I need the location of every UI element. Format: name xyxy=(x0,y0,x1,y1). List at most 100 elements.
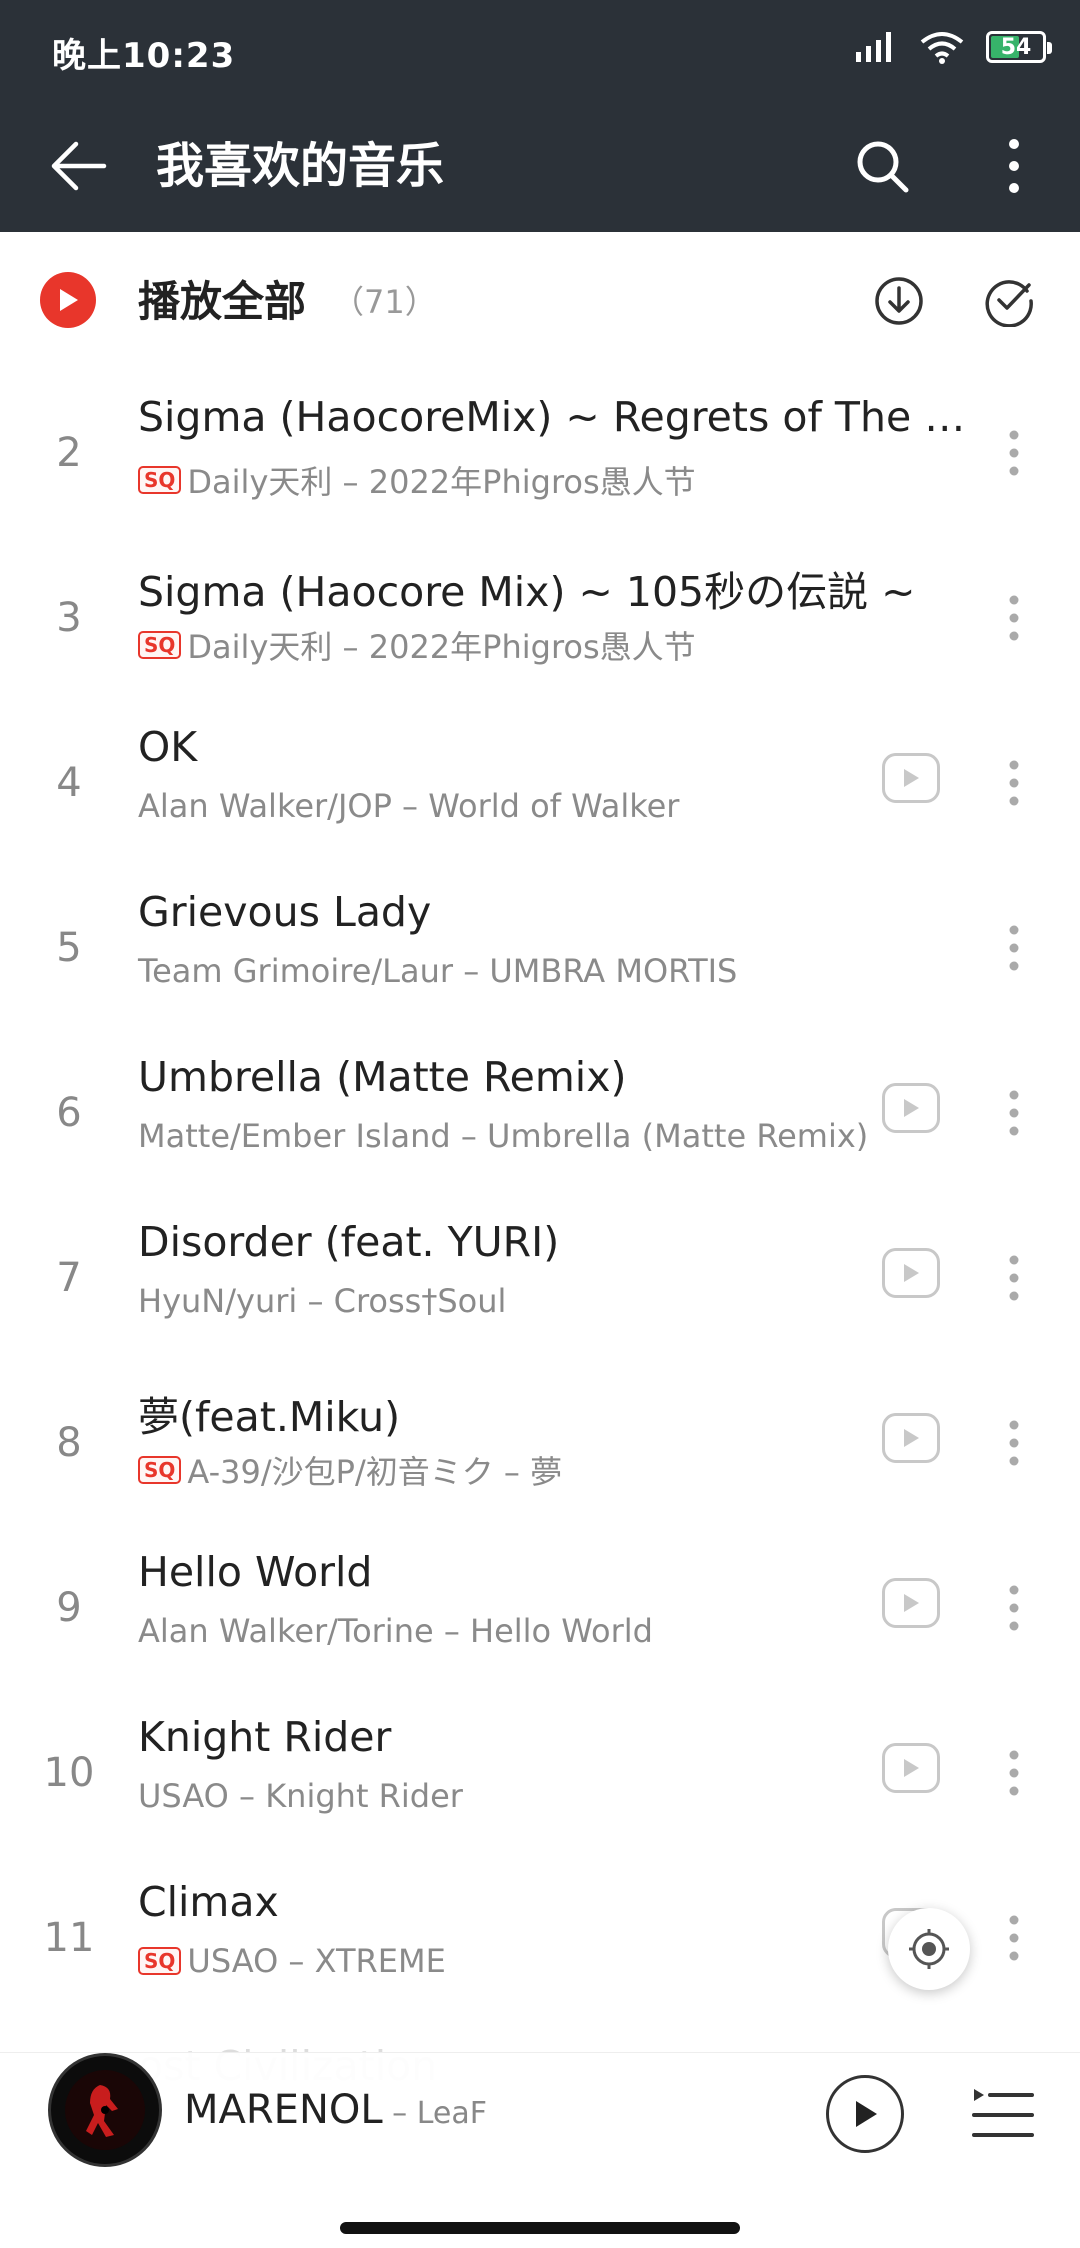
more-vertical-icon xyxy=(1009,1750,1019,1796)
song-more-button[interactable] xyxy=(990,920,1038,976)
album-cover[interactable] xyxy=(48,2053,162,2167)
back-button[interactable] xyxy=(42,130,114,202)
song-index: 8 xyxy=(56,1420,82,1466)
mv-button[interactable] xyxy=(882,1248,940,1298)
song-more-button[interactable] xyxy=(990,1250,1038,1306)
song-index: 4 xyxy=(56,760,82,806)
more-vertical-icon xyxy=(1009,1915,1019,1961)
song-index: 10 xyxy=(43,1750,95,1796)
mv-button[interactable] xyxy=(882,1743,940,1793)
album-art-icon xyxy=(65,2070,145,2150)
song-more-button[interactable] xyxy=(990,425,1038,481)
video-play-icon xyxy=(904,1264,919,1282)
song-subtitle: Team Grimoire/Laur – UMBRA MORTIS xyxy=(138,952,737,990)
arrow-left-icon xyxy=(51,141,107,191)
signal-icon xyxy=(856,32,891,62)
song-artist-album: Matte/Ember Island – Umbrella (Matte Rem… xyxy=(138,1117,869,1155)
song-index: 2 xyxy=(56,430,82,476)
play-pause-button[interactable] xyxy=(826,2075,904,2153)
song-more-button[interactable] xyxy=(990,1415,1038,1471)
mv-button[interactable] xyxy=(882,1083,940,1133)
more-button[interactable] xyxy=(978,130,1050,202)
song-row[interactable]: 7 Disorder (feat. YURI) HyuN/yuri – Cross†… xyxy=(0,1210,1080,1375)
song-more-button[interactable] xyxy=(990,1085,1038,1141)
download-button[interactable] xyxy=(868,270,930,332)
now-playing-title: MARENOL xyxy=(184,2087,383,2133)
song-subtitle: Alan Walker/Torine – Hello World xyxy=(138,1612,653,1650)
song-more-button[interactable] xyxy=(990,1745,1038,1801)
mini-player[interactable]: MARENOL – LeaF xyxy=(0,2052,1080,2172)
sq-quality-badge: SQ xyxy=(138,1456,182,1484)
song-artist-album: HyuN/yuri – Cross†Soul xyxy=(138,1282,507,1320)
song-row[interactable]: 9 Hello World Alan Walker/Torine – Hello W… xyxy=(0,1540,1080,1705)
play-all-button[interactable] xyxy=(40,272,96,328)
song-row[interactable]: 2 Sigma (HaocoreMix) ~ Regrets of The Ye…… xyxy=(0,385,1080,550)
mv-button[interactable] xyxy=(882,753,940,803)
song-title: Hello World xyxy=(138,1548,373,1596)
song-row[interactable]: 10 Knight Rider USAO – Knight Rider xyxy=(0,1705,1080,1870)
mv-button[interactable] xyxy=(882,1578,940,1628)
song-subtitle: HyuN/yuri – Cross†Soul xyxy=(138,1282,506,1320)
song-row[interactable]: 3 Sigma (Haocore Mix) ~ 105秒の伝説 ~ SQ Daily天… xyxy=(0,550,1080,715)
search-button[interactable] xyxy=(846,130,918,202)
song-index: 11 xyxy=(43,1915,95,1961)
play-all-label[interactable]: 播放全部 xyxy=(138,274,306,330)
song-subtitle: USAO – Knight Rider xyxy=(138,1777,463,1815)
song-more-button[interactable] xyxy=(990,1580,1038,1636)
check-circle-icon xyxy=(985,280,1033,327)
song-more-button[interactable] xyxy=(990,1910,1038,1966)
locate-icon xyxy=(909,1929,949,1969)
song-more-button[interactable] xyxy=(990,755,1038,811)
song-row[interactable]: 6 Umbrella (Matte Remix) Matte/Ember Islan… xyxy=(0,1045,1080,1210)
mv-button[interactable] xyxy=(882,1413,940,1463)
sq-quality-badge: SQ xyxy=(138,1947,182,1975)
song-index: 9 xyxy=(56,1585,82,1631)
playlist-button[interactable] xyxy=(970,2083,1036,2147)
song-row[interactable]: 5 Grievous Lady Team Grimoire/Laur – UMBRA… xyxy=(0,880,1080,1045)
song-artist-album: Alan Walker/Torine – Hello World xyxy=(138,1612,653,1650)
song-title: 夢(feat.Miku) xyxy=(138,1393,401,1441)
more-vertical-icon xyxy=(1009,1090,1019,1136)
song-index: 3 xyxy=(56,595,82,641)
song-subtitle: Alan Walker/JOP – World of Walker xyxy=(138,787,679,825)
locate-playing-button[interactable] xyxy=(888,1908,970,1990)
status-bar: 晚上10:23 54 xyxy=(0,0,1080,100)
song-artist-album: Alan Walker/JOP – World of Walker xyxy=(138,787,680,825)
song-index: 5 xyxy=(56,925,82,971)
song-row[interactable]: 8 夢(feat.Miku) SQ A-39/沙包P/初音ミク – 夢 xyxy=(0,1375,1080,1540)
more-vertical-icon xyxy=(1009,1255,1019,1301)
video-play-icon xyxy=(904,1594,919,1612)
now-playing[interactable]: MARENOL – LeaF xyxy=(184,2075,487,2149)
song-artist-album: Team Grimoire/Laur – UMBRA MORTIS xyxy=(138,952,738,990)
song-row[interactable]: 4 OK Alan Walker/JOP – World of Walker xyxy=(0,715,1080,880)
multi-select-button[interactable] xyxy=(978,270,1040,332)
play-icon xyxy=(856,2101,877,2127)
song-title: Sigma (Haocore Mix) ~ 105秒の伝説 ~ xyxy=(138,568,916,616)
song-count: （71） xyxy=(332,283,437,321)
song-list: 2 Sigma (HaocoreMix) ~ Regrets of The Ye…… xyxy=(0,385,1080,2035)
song-subtitle: SQ Daily天利 – 2022年Phigros愚人节 xyxy=(138,622,696,668)
song-title: OK xyxy=(138,723,198,771)
song-index: 7 xyxy=(56,1255,82,1301)
app-header: 晚上10:23 54 我喜欢的音乐 xyxy=(0,0,1080,232)
now-playing-separator: – xyxy=(382,2096,417,2131)
song-title: Disorder (feat. YURI) xyxy=(138,1218,560,1266)
song-subtitle: SQ USAO – XTREME xyxy=(138,1942,446,1980)
song-title: Umbrella (Matte Remix) xyxy=(138,1053,627,1101)
sq-quality-badge: SQ xyxy=(138,466,182,494)
play-all-bar[interactable]: 播放全部 （71） xyxy=(0,232,1080,372)
song-more-button[interactable] xyxy=(990,590,1038,646)
song-artist-album: A-39/沙包P/初音ミク – 夢 xyxy=(187,1453,563,1491)
song-artist-album: USAO – XTREME xyxy=(187,1942,446,1980)
battery-icon: 54 xyxy=(986,31,1052,63)
page-title: 我喜欢的音乐 xyxy=(156,138,445,194)
play-icon xyxy=(60,289,78,311)
wifi-icon xyxy=(920,32,964,64)
home-indicator[interactable] xyxy=(340,2222,740,2234)
video-play-icon xyxy=(904,1429,919,1447)
song-index: 6 xyxy=(56,1090,82,1136)
more-vertical-icon xyxy=(1009,139,1019,193)
download-icon xyxy=(875,277,923,325)
more-vertical-icon xyxy=(1009,595,1019,641)
status-icons: 54 xyxy=(854,30,1052,64)
